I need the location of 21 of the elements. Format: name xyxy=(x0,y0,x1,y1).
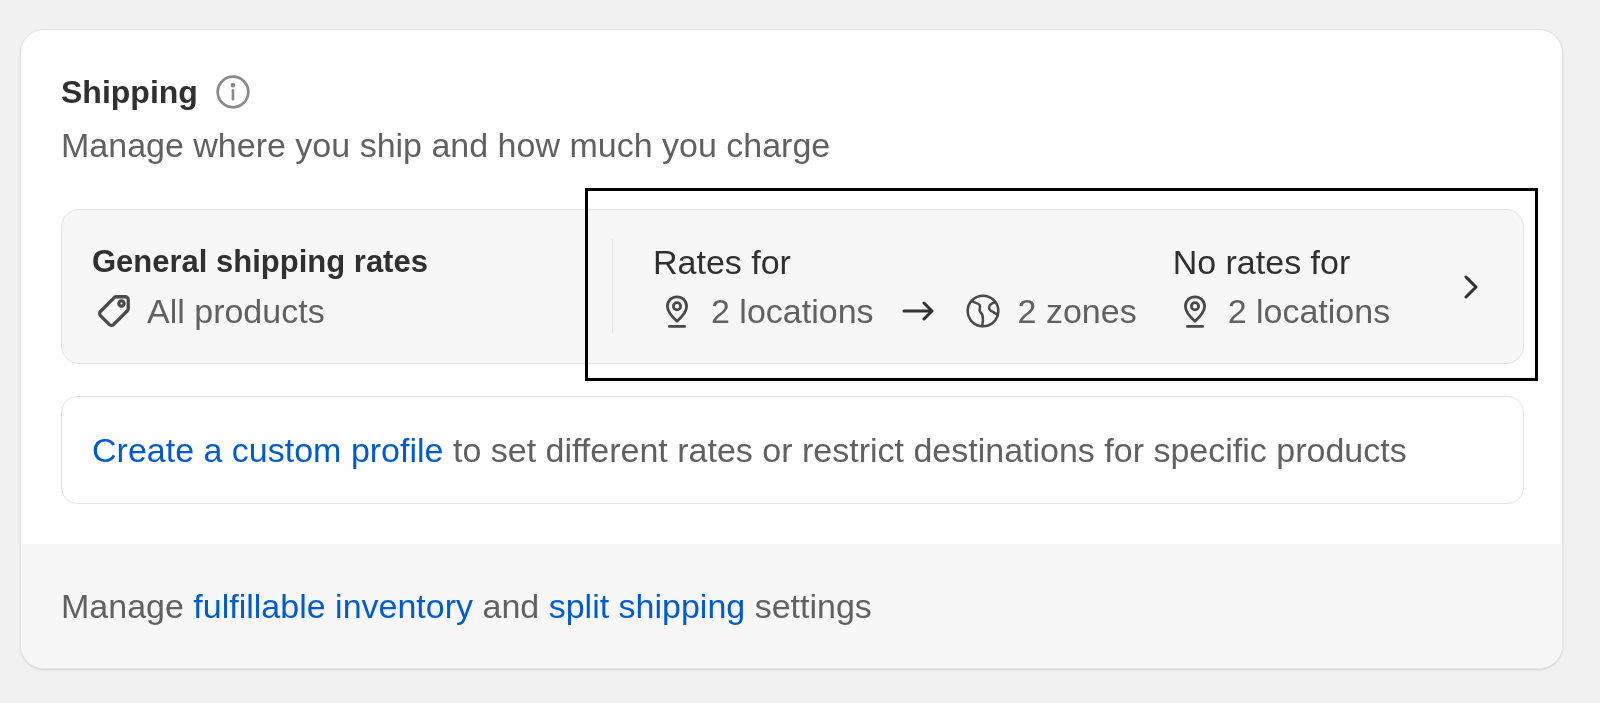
tag-icon xyxy=(98,295,130,327)
section-description: Manage where you ship and how much you charge xyxy=(61,125,832,165)
location-count: 2 locations xyxy=(1227,291,1391,331)
link[interactable]: split shipping xyxy=(548,587,746,625)
pin-icon xyxy=(663,294,691,328)
profile-name: General shipping rates xyxy=(92,243,429,281)
zone-count: 2 zones xyxy=(1017,291,1137,331)
info-icon[interactable] xyxy=(215,75,250,109)
rates-label: Rates for xyxy=(653,242,792,282)
globe-icon xyxy=(965,294,1000,328)
link[interactable]: Create a custom profile xyxy=(92,431,444,469)
chevron-right-icon xyxy=(1463,274,1479,299)
shipping-profile-row[interactable]: General shipping rates All products Rates for 2 locations 2 zones No rates for 2 locations xyxy=(61,209,1524,364)
notice-text: Create a custom profile to set different rates or restrict destinations for specific products xyxy=(92,430,1408,470)
link[interactable]: fulfillable inventory xyxy=(193,587,474,625)
profile-scope: All products xyxy=(147,291,325,331)
arrow-right-icon xyxy=(901,301,934,321)
section-title: Shipping xyxy=(61,73,198,112)
no-rates-label: No rates for xyxy=(1172,242,1352,282)
location-count: 2 locations xyxy=(711,291,874,331)
footer-text: Manage fulfillable inventory and split shipping settings xyxy=(61,586,873,626)
